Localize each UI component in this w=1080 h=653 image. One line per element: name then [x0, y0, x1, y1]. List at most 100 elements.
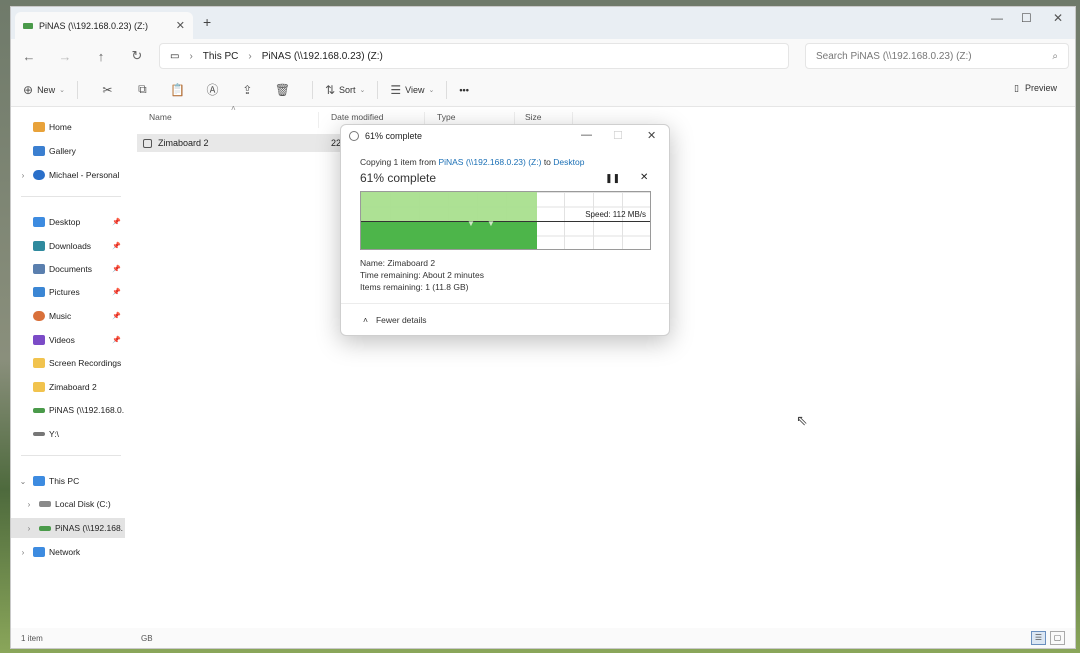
- tab-pinas[interactable]: PiNAS (\\192.168.0.23) (Z:) ✕: [15, 12, 193, 39]
- drive-icon: [33, 432, 45, 436]
- plus-circle-icon: ⊕: [23, 82, 34, 97]
- details-view-icon[interactable]: ☰: [1031, 631, 1046, 645]
- status-item-count: 1 item: [21, 633, 43, 643]
- breadcrumb[interactable]: ▭ › This PC › PiNAS (\\192.168.0.23) (Z:…: [159, 43, 789, 69]
- dialog-title: 61% complete: [365, 131, 423, 141]
- detail-items-remaining: Items remaining: 1 (11.8 GB): [360, 282, 469, 292]
- disk-image-icon: [143, 138, 152, 148]
- forward-arrow-icon[interactable]: →: [47, 49, 83, 64]
- up-arrow-icon[interactable]: ↑: [83, 49, 119, 64]
- sidebar-item-pinas-quick[interactable]: PiNAS (\\192.168.0.: [11, 400, 125, 420]
- sidebar-item-documents[interactable]: Documents 📌: [11, 259, 125, 279]
- close-window-button[interactable]: ✕: [1053, 11, 1063, 25]
- cut-icon[interactable]: ✂: [90, 83, 125, 97]
- cancel-button[interactable]: ✕: [640, 172, 648, 183]
- column-header-name[interactable]: Name: [139, 112, 319, 128]
- sort-button[interactable]: ⇅ Sort ⌄: [325, 83, 365, 97]
- transfer-details: Name: Zimaboard 2 Time remaining: About …: [360, 257, 484, 293]
- maximize-button[interactable]: ☐: [1021, 11, 1032, 25]
- folder-icon: [33, 382, 45, 392]
- divider: [341, 303, 669, 304]
- tab-title: PiNAS (\\192.168.0.23) (Z:): [39, 20, 149, 31]
- monitor-icon: ▭: [170, 50, 180, 62]
- paste-icon[interactable]: 📋: [160, 83, 195, 97]
- folder-icon: [33, 358, 45, 368]
- dialog-title-bar: 61% complete: [349, 131, 422, 141]
- chevron-right-icon[interactable]: ›: [23, 524, 35, 533]
- pause-button[interactable]: ❚❚: [605, 173, 620, 184]
- preview-pane-icon: ▯: [1014, 83, 1019, 93]
- view-button[interactable]: ☰ View ⌄: [390, 83, 434, 97]
- copy-progress-dialog: 61% complete — ☐ ✕ Copying 1 item from P…: [340, 124, 670, 336]
- sidebar-item-downloads[interactable]: Downloads 📌: [11, 236, 125, 256]
- breadcrumb-separator-icon: ›: [189, 50, 193, 62]
- sidebar-item-pictures[interactable]: Pictures 📌: [11, 282, 125, 302]
- sidebar-item-onedrive[interactable]: › Michael - Personal: [11, 165, 125, 185]
- sidebar-item-videos[interactable]: Videos 📌: [11, 330, 125, 350]
- sidebar-item-home[interactable]: Home: [11, 117, 125, 137]
- delete-icon[interactable]: 🗑: [265, 83, 300, 97]
- chevron-up-icon: ˄: [363, 315, 368, 325]
- sidebar-item-zimaboard[interactable]: Zimaboard 2: [11, 377, 125, 397]
- rename-icon[interactable]: Ⓐ: [195, 81, 230, 98]
- sidebar-item-this-pc[interactable]: ⌄ This PC: [11, 471, 125, 491]
- new-button-label: New: [37, 84, 56, 95]
- sidebar-item-local-disk[interactable]: › Local Disk (C:): [11, 494, 125, 514]
- preview-button[interactable]: ▯ Preview: [1014, 83, 1057, 94]
- breadcrumb-pinas[interactable]: PiNAS (\\192.168.0.23) (Z:): [262, 51, 383, 62]
- source-link[interactable]: PiNAS (\\192.168.0.23) (Z:): [438, 157, 541, 167]
- destination-link[interactable]: Desktop: [553, 157, 584, 167]
- minimize-button[interactable]: —: [991, 11, 1003, 25]
- sidebar-item-network[interactable]: › Network: [11, 542, 125, 562]
- view-lines-icon: ☰: [390, 82, 402, 97]
- sidebar-item-label: Videos: [49, 335, 75, 345]
- tab-close-icon[interactable]: ✕: [176, 19, 185, 32]
- breadcrumb-this-pc[interactable]: This PC: [203, 51, 239, 62]
- sidebar-item-label: Zimaboard 2: [49, 382, 97, 392]
- progress-fill-lower: [361, 220, 538, 249]
- pin-icon: 📌: [112, 289, 121, 296]
- preview-label: Preview: [1024, 83, 1057, 93]
- sidebar-item-label: Y:\: [49, 429, 59, 439]
- chevron-right-icon[interactable]: ›: [17, 548, 29, 557]
- chevron-right-icon[interactable]: ›: [23, 500, 35, 509]
- divider: [311, 80, 313, 99]
- sort-icon: ⇅: [324, 82, 336, 97]
- sidebar-item-label: PiNAS (\\192.168.: [55, 523, 124, 533]
- chevron-right-icon[interactable]: ›: [17, 171, 29, 180]
- fewer-details-button[interactable]: ˄ Fewer details: [363, 315, 427, 325]
- sidebar-item-label: This PC: [49, 476, 80, 486]
- sidebar-item-label: Documents: [49, 264, 92, 274]
- progress-heading: 61% complete: [360, 171, 437, 185]
- tiles-view-icon[interactable]: ▢: [1050, 631, 1065, 645]
- title-bar: PiNAS (\\192.168.0.23) (Z:) ✕ + — ☐ ✕: [11, 7, 1075, 39]
- dialog-minimize-button[interactable]: —: [581, 129, 592, 141]
- sidebar-item-gallery[interactable]: Gallery: [11, 141, 125, 161]
- sidebar-item-desktop[interactable]: Desktop 📌: [11, 212, 125, 232]
- sidebar-item-label: Home: [49, 122, 72, 132]
- sidebar-item-pinas-drive[interactable]: › PiNAS (\\192.168.: [11, 518, 125, 538]
- navigation-pane: Home Gallery › Michael - Personal Deskto…: [11, 108, 125, 628]
- detail-time-remaining: Time remaining: About 2 minutes: [360, 270, 484, 280]
- new-button[interactable]: ⊕ New ⌄: [23, 83, 65, 97]
- new-tab-button[interactable]: +: [203, 14, 211, 30]
- sidebar-item-label: Pictures: [49, 287, 80, 297]
- share-icon[interactable]: ⇪: [230, 83, 265, 97]
- sidebar-item-screen-recordings[interactable]: Screen Recordings: [11, 353, 125, 373]
- copy-icon[interactable]: ⧉: [125, 82, 160, 97]
- back-arrow-icon[interactable]: ←: [11, 49, 47, 64]
- sidebar-item-label: PiNAS (\\192.168.0.: [49, 405, 125, 415]
- chevron-down-icon[interactable]: ⌄: [17, 477, 29, 486]
- dialog-close-button[interactable]: ✕: [647, 129, 656, 142]
- sidebar-item-y-drive[interactable]: Y:\: [11, 424, 125, 444]
- sort-ascending-icon: ˄: [231, 104, 236, 113]
- more-options-icon[interactable]: •••: [459, 85, 468, 95]
- network-drive-icon: [39, 525, 51, 531]
- sidebar-item-label: Downloads: [49, 241, 92, 251]
- sidebar-item-music[interactable]: Music 📌: [11, 306, 125, 326]
- refresh-icon[interactable]: ↻: [119, 48, 155, 64]
- search-input[interactable]: Search PiNAS (\\192.168.0.23) (Z:) ⌕: [805, 43, 1069, 69]
- divider: [446, 80, 448, 99]
- progress-fill-upper: [361, 192, 538, 221]
- search-placeholder: Search PiNAS (\\192.168.0.23) (Z:): [816, 50, 972, 62]
